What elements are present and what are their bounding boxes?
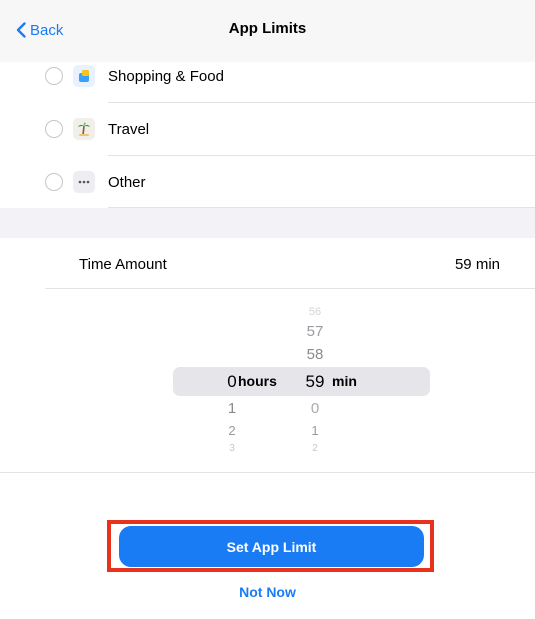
picker-hour-unit: hours bbox=[238, 373, 277, 389]
time-amount-row[interactable]: Time Amount 59 min bbox=[0, 240, 535, 288]
radio-button[interactable] bbox=[45, 173, 63, 191]
picker-minute-option[interactable]: 1 bbox=[300, 423, 330, 438]
divider bbox=[45, 288, 535, 289]
picker-minute-option[interactable]: 0 bbox=[300, 400, 330, 417]
category-label: Travel bbox=[108, 120, 150, 138]
category-label: Shopping & Food bbox=[108, 67, 224, 85]
radio-button[interactable] bbox=[45, 120, 63, 138]
picker-minute-option[interactable]: 2 bbox=[300, 443, 330, 454]
not-now-button[interactable]: Not Now bbox=[0, 584, 535, 600]
section-spacer bbox=[0, 208, 535, 238]
picker-minute-option[interactable]: 58 bbox=[300, 346, 330, 363]
picker-minute-option[interactable]: 57 bbox=[300, 323, 330, 340]
picker-minute-unit: min bbox=[332, 373, 357, 389]
category-row-other[interactable]: Other bbox=[0, 156, 535, 208]
ellipsis-icon bbox=[73, 171, 95, 193]
divider bbox=[0, 472, 535, 473]
picker-hour-option[interactable]: 1 bbox=[220, 400, 244, 417]
picker-minute-option[interactable]: 56 bbox=[300, 306, 330, 318]
time-amount-value: 59 min bbox=[454, 255, 500, 273]
time-amount-label: Time Amount bbox=[79, 255, 167, 273]
radio-button[interactable] bbox=[45, 67, 63, 85]
category-label: Other bbox=[108, 173, 146, 191]
picker-minute-selected[interactable]: 59 bbox=[300, 372, 330, 392]
page-title: App Limits bbox=[228, 20, 307, 37]
category-row-shopping[interactable]: Shopping & Food bbox=[0, 50, 535, 102]
picker-hour-option[interactable]: 3 bbox=[220, 443, 244, 454]
picker-hour-option[interactable]: 2 bbox=[220, 423, 244, 438]
category-row-travel[interactable]: Travel bbox=[0, 103, 535, 155]
set-app-limit-button[interactable]: Set App Limit bbox=[119, 526, 424, 567]
palm-tree-icon bbox=[73, 118, 95, 140]
shopping-bag-icon bbox=[73, 65, 95, 87]
